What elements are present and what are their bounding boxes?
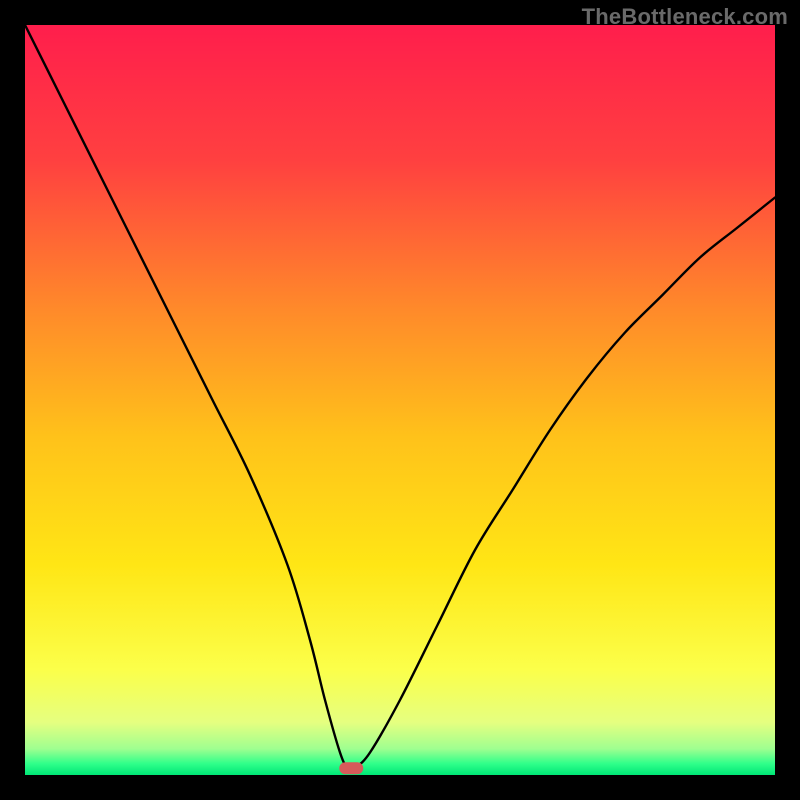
min-marker	[339, 762, 363, 774]
plot-area	[25, 25, 775, 775]
chart-frame: TheBottleneck.com	[0, 0, 800, 800]
watermark-text: TheBottleneck.com	[582, 4, 788, 30]
chart-svg	[25, 25, 775, 775]
gradient-background	[25, 25, 775, 775]
